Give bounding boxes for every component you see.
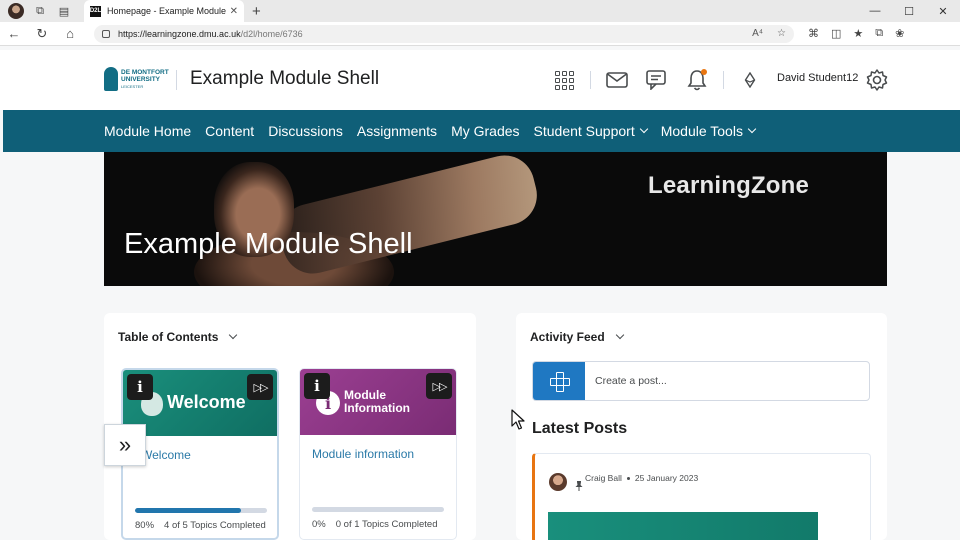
role-icon[interactable] <box>738 68 762 92</box>
chat-icon[interactable] <box>645 68 669 92</box>
copilot-icon[interactable]: ❀ <box>895 27 904 40</box>
nav-student-support[interactable]: Student Support <box>534 123 648 139</box>
browser-address-bar: ← ↻ ⌂ https://learningzone.dmu.ac.uk/d2l… <box>0 22 960 46</box>
post-card[interactable]: Craig Ball 25 January 2023 <box>532 453 871 540</box>
add-post-button[interactable] <box>533 362 585 400</box>
expand-side-panel-button[interactable]: » <box>104 424 146 466</box>
chevron-down-icon[interactable] <box>615 330 624 340</box>
mouse-cursor-icon <box>511 409 525 430</box>
read-aloud-icon[interactable]: A⁴ <box>752 28 763 39</box>
topics-completed: 0 of 1 Topics Completed <box>335 519 438 530</box>
gear-icon[interactable] <box>865 68 889 92</box>
create-post-input[interactable]: Create a post... <box>585 362 667 400</box>
back-icon[interactable]: ← <box>0 26 28 41</box>
progress-percent: 0% <box>312 519 326 530</box>
url-host: https://learningzone.dmu.ac.uk <box>118 28 241 39</box>
tab-actions-icon[interactable]: ▤ <box>56 3 72 19</box>
pin-icon <box>575 481 583 491</box>
progress-bar <box>312 507 444 512</box>
create-post-box[interactable]: Create a post... <box>532 361 870 401</box>
favorites-icon[interactable]: ★ <box>853 27 863 40</box>
lock-icon <box>102 29 110 38</box>
nav-discussions[interactable]: Discussions <box>268 123 343 139</box>
topics-completed: 4 of 5 Topics Completed <box>164 520 266 531</box>
chevron-down-icon <box>639 124 648 134</box>
nav-module-tools[interactable]: Module Tools <box>661 123 757 139</box>
mail-icon[interactable] <box>605 68 629 92</box>
header-separator <box>590 71 591 89</box>
logo-line1: DE MONTFORT <box>121 68 169 76</box>
chevron-down-icon <box>747 124 757 134</box>
new-tab-icon[interactable]: + <box>252 3 261 20</box>
close-window-icon[interactable]: ✕ <box>926 5 960 18</box>
tile-art-title: Information <box>344 401 410 415</box>
info-icon[interactable]: i <box>304 373 330 399</box>
module-banner: LearningZone Example Module Shell <box>104 152 887 286</box>
header-separator <box>723 71 724 89</box>
logo-line2: UNIVERSITY <box>121 75 161 83</box>
notification-dot <box>701 69 707 75</box>
table-of-contents-widget: Table of Contents Welcome i ▷▷ Welcome 8… <box>104 313 476 540</box>
activity-feed-widget: Activity Feed Create a post... Latest Po… <box>516 313 887 540</box>
module-title[interactable]: Example Module Shell <box>190 68 379 90</box>
progress-percent: 80% <box>135 520 155 531</box>
tile-art-title: Welcome <box>167 392 246 412</box>
university-logo[interactable]: DE MONTFORT UNIVERSITY LEICESTER <box>104 67 169 91</box>
skip-forward-icon[interactable]: ▷▷ <box>247 374 273 400</box>
module-navbar: Module Home Content Discussions Assignme… <box>3 110 960 152</box>
lion-logo-icon <box>104 67 118 91</box>
tab-title: Homepage - Example Module Sh <box>107 6 226 16</box>
profile-avatar[interactable] <box>8 3 24 19</box>
d2l-favicon-icon: D2L <box>90 5 101 17</box>
favorite-star-icon[interactable]: ☆ <box>777 28 786 39</box>
waffle-icon[interactable] <box>552 68 576 92</box>
activity-heading[interactable]: Activity Feed <box>530 330 624 344</box>
refresh-icon[interactable]: ↻ <box>28 26 56 42</box>
latest-posts-heading: Latest Posts <box>532 420 628 437</box>
browser-tab-bar: ⧉ ▤ D2L Homepage - Example Module Sh ✕ +… <box>0 0 960 22</box>
window-controls: — ☐ ✕ <box>858 5 960 18</box>
progress-bar <box>135 508 267 513</box>
user-name[interactable]: David Student12 <box>777 72 858 84</box>
collections-icon[interactable]: ⧉ <box>875 27 883 40</box>
home-icon[interactable]: ⌂ <box>56 26 84 41</box>
logo-line3: LEICESTER <box>121 83 144 89</box>
info-icon[interactable]: i <box>127 374 153 400</box>
post-date: 25 January 2023 <box>634 473 699 483</box>
avatar[interactable] <box>549 473 567 491</box>
split-screen-icon[interactable]: ◫ <box>831 27 841 40</box>
plus-icon <box>550 372 570 392</box>
nav-content[interactable]: Content <box>205 123 254 139</box>
site-header: DE MONTFORT UNIVERSITY LEICESTER Example… <box>0 50 960 110</box>
banner-title: Example Module Shell <box>124 228 413 260</box>
header-divider <box>176 70 177 90</box>
banner-brand: LearningZone <box>648 172 810 199</box>
workspaces-icon[interactable]: ⧉ <box>32 3 48 19</box>
bell-icon[interactable] <box>685 68 709 92</box>
tile-link-module-information[interactable]: Module information <box>312 447 414 461</box>
tile-link-welcome[interactable]: Welcome <box>141 448 191 462</box>
skip-forward-icon[interactable]: ▷▷ <box>426 373 452 399</box>
url-input[interactable]: https://learningzone.dmu.ac.uk/d2l/home/… <box>94 24 794 43</box>
maximize-icon[interactable]: ☐ <box>892 5 926 18</box>
nav-my-grades[interactable]: My Grades <box>451 123 519 139</box>
tab-close-icon[interactable]: ✕ <box>230 6 238 17</box>
post-image[interactable] <box>548 512 818 540</box>
nav-module-home[interactable]: Module Home <box>104 123 191 139</box>
extensions-icon[interactable]: ⌘ <box>808 27 819 40</box>
nav-assignments[interactable]: Assignments <box>357 123 437 139</box>
content-tile-module-information[interactable]: i Module Information i ▷▷ Module informa… <box>299 368 457 540</box>
post-author[interactable]: Craig Ball <box>585 473 622 483</box>
chevron-down-icon[interactable] <box>229 330 238 340</box>
minimize-icon[interactable]: — <box>858 5 892 18</box>
browser-tab[interactable]: D2L Homepage - Example Module Sh ✕ <box>84 0 244 22</box>
toc-heading[interactable]: Table of Contents <box>118 330 238 344</box>
url-path: /d2l/home/6736 <box>240 28 303 39</box>
